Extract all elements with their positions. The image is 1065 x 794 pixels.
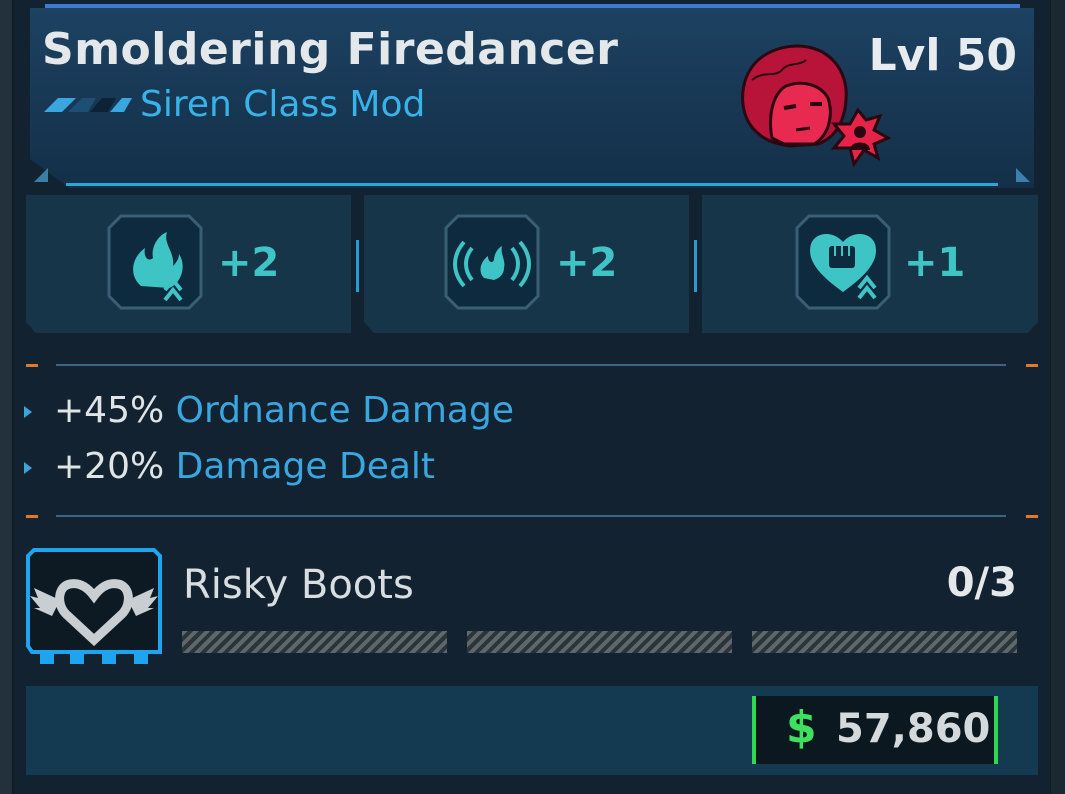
separator-tick (26, 364, 38, 367)
bullet-arrow-icon (24, 406, 32, 418)
progress-segment (182, 631, 447, 653)
dollar-icon: $ (786, 702, 817, 753)
separator-tick (1026, 364, 1038, 367)
stat-value: +45% (54, 390, 165, 431)
skill-bonus: +2 (218, 240, 280, 286)
stats-separator (56, 364, 1006, 366)
skill-divider (356, 240, 359, 292)
skill-bonus: +2 (556, 240, 618, 286)
fire-aura-skill-icon (444, 214, 540, 310)
price-value: 57,860 (836, 706, 991, 752)
stat-value: +20% (54, 446, 165, 487)
separator-tick (26, 515, 38, 518)
corner-right-icon (1016, 168, 1030, 182)
header-bottom-line (66, 183, 998, 186)
siren-portrait-icon (741, 44, 892, 168)
progress-segment (467, 631, 732, 653)
left-edge (0, 0, 12, 794)
corner-left-icon (34, 168, 48, 182)
rarity-chevrons-icon (44, 98, 132, 112)
item-name: Smoldering Firedancer (42, 24, 619, 75)
right-edge (1051, 0, 1065, 794)
stat-row: +45% Ordnance Damage (24, 390, 514, 431)
stat-name: Ordnance Damage (175, 390, 514, 431)
progress-segment (752, 631, 1017, 653)
skill-divider (694, 240, 697, 292)
stat-row: +20% Damage Dealt (24, 446, 435, 487)
header-top-line (45, 4, 1020, 8)
challenge-progress: 0/3 (946, 560, 1017, 606)
flame-skill-icon (107, 214, 203, 310)
skill-bonus: +1 (904, 240, 966, 286)
price-box: $ 57,860 (752, 696, 998, 764)
fist-heart-skill-icon (795, 214, 891, 310)
separator-tick (1026, 515, 1038, 518)
stats-separator (56, 515, 1006, 517)
stat-name: Damage Dealt (175, 446, 436, 487)
winged-heart-icon (26, 548, 162, 664)
item-type: Siren Class Mod (140, 84, 426, 125)
bullet-arrow-icon (24, 462, 32, 474)
challenge-name: Risky Boots (183, 562, 414, 608)
